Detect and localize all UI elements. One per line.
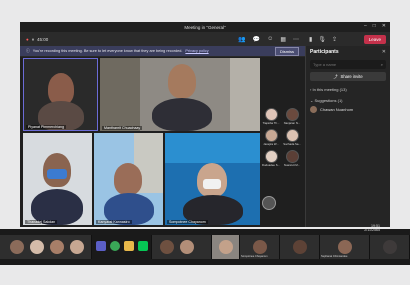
participant-search-input[interactable] <box>313 62 373 67</box>
strip-tile[interactable] <box>0 235 92 259</box>
avatar <box>10 240 24 254</box>
strip-tile[interactable] <box>370 235 410 259</box>
avatar <box>264 108 278 121</box>
mic-icon[interactable]: 🎙 <box>318 36 326 43</box>
people-icon[interactable]: 👥 <box>238 36 245 43</box>
share-icon: ⤴ <box>333 73 338 79</box>
participant-name: Kanyarat Kannasiro <box>96 220 132 224</box>
search-box[interactable]: ⌕ <box>310 60 386 69</box>
strip-tile[interactable] <box>280 235 320 259</box>
video-tile[interactable]: Thanadej Sakdan <box>23 133 92 225</box>
meeting-timer: 45:00 <box>36 36 49 42</box>
system-clock: 19:51 2/11/2565 <box>356 224 380 232</box>
avatar <box>264 129 278 142</box>
participant-name: Thanadej Sakdan <box>25 220 58 224</box>
participant-name: Sompotnee Chayanom <box>167 220 208 224</box>
info-icon: ⓘ <box>26 48 30 53</box>
strip-tile[interactable] <box>212 235 240 259</box>
in-meeting-section[interactable]: › In this meeting (13) <box>310 87 386 92</box>
chevron-down-icon: ⌄ <box>310 98 314 103</box>
recording-notice: You're recording this meeting. Be sure t… <box>32 49 183 53</box>
avatar <box>285 129 299 142</box>
video-tile[interactable]: Piyanat Pimmerchiang <box>23 58 98 131</box>
strip-tile[interactable]: Suphanat Chimcandee <box>320 235 370 259</box>
avatar <box>264 150 278 163</box>
search-icon[interactable]: ⌕ <box>381 62 383 67</box>
avatar <box>160 240 174 254</box>
close-icon[interactable]: ✕ <box>382 23 386 29</box>
camera-icon[interactable]: ▮ <box>309 36 312 43</box>
pause-icon[interactable]: ⏸ <box>32 37 34 42</box>
minimize-icon[interactable]: – <box>364 23 367 29</box>
panel-title: Participants <box>310 49 339 55</box>
strip-tile[interactable]: Sompotnee Chayanom <box>240 235 280 259</box>
window-title: Meeting in "General" <box>184 24 226 30</box>
teams-window: Meeting in "General" – □ ✕ ● ⏸ 45:00 👥 💬… <box>20 22 390 227</box>
share-icon[interactable]: ⇪ <box>332 36 337 43</box>
avatar <box>253 240 267 254</box>
avatar <box>219 240 233 254</box>
gallery-item[interactable]: Tiapsiba Th... <box>262 108 280 125</box>
line-app-icon[interactable] <box>138 241 148 251</box>
gallery-item[interactable]: Duduadee S... <box>262 150 280 167</box>
leave-button[interactable]: Leave <box>363 34 386 44</box>
avatar <box>285 150 299 163</box>
participant-video <box>168 64 196 98</box>
suggestions-section[interactable]: ⌄ Suggestions (1) <box>310 98 386 103</box>
gallery-item[interactable]: Nuanrutt M... <box>283 150 301 167</box>
record-dot-icon: ● <box>26 36 29 42</box>
more-icon[interactable]: ⋯ <box>293 36 299 43</box>
video-tile[interactable]: Kanyarat Kannasiro <box>94 133 163 225</box>
title-bar: Meeting in "General" – □ ✕ <box>20 22 390 32</box>
video-tile[interactable]: Manthanrit Chuachaay <box>100 58 260 131</box>
reactions-icon[interactable]: ☺ <box>267 36 273 43</box>
avatar <box>70 240 84 254</box>
privacy-policy-link[interactable]: Privacy policy <box>185 49 208 53</box>
participant-video <box>114 163 142 195</box>
dismiss-button[interactable]: Dismiss <box>275 46 299 56</box>
close-panel-icon[interactable]: ✕ <box>382 49 386 55</box>
share-invite-button[interactable]: ⤴ Share invite <box>310 72 386 81</box>
meeting-toolbar: ● ⏸ 45:00 👥 💬 ☺ ▦ ⋯ <box>20 32 305 46</box>
avatar <box>310 106 317 113</box>
teams-app-icon[interactable] <box>96 241 106 251</box>
self-view-avatar[interactable] <box>262 196 276 210</box>
avatar <box>50 240 64 254</box>
participants-panel: Participants ✕ ⌕ ⤴ Share invite › In thi… <box>305 46 390 227</box>
participant-name: Manthanrit Chuachaay <box>102 126 143 130</box>
app-icons <box>92 235 152 259</box>
strip-tile[interactable] <box>152 235 212 259</box>
recording-banner: ⓘ You're recording this meeting. Be sure… <box>20 46 305 56</box>
rooms-icon[interactable]: ▦ <box>280 36 286 43</box>
avatar <box>338 240 352 254</box>
avatar <box>180 240 194 254</box>
avatar <box>293 240 307 254</box>
video-tile[interactable]: Sompotnee Chayanom <box>165 133 260 225</box>
folder-app-icon[interactable] <box>124 241 134 251</box>
avatar <box>285 108 299 121</box>
gallery-item[interactable]: Suchada Sa... <box>283 129 301 146</box>
chat-icon[interactable]: 💬 <box>253 36 260 43</box>
avatar <box>30 240 44 254</box>
list-item[interactable]: Chawan Nuanhom <box>310 106 386 113</box>
participant-gallery: Tiapsiba Th... Nanjaran N... Janejira W.… <box>262 108 302 171</box>
browser-app-icon[interactable] <box>110 241 120 251</box>
gallery-item[interactable]: Janejira W... <box>262 129 280 146</box>
call-controls: ▮ 🎙 ⇪ Leave <box>305 32 390 46</box>
participant-name: Piyanat Pimmerchiang <box>26 125 66 129</box>
gallery-item[interactable]: Nanjaran N... <box>283 108 301 125</box>
maximize-icon[interactable]: □ <box>373 23 376 29</box>
avatar <box>383 240 397 254</box>
clock-date: 2/11/2565 <box>364 228 380 232</box>
